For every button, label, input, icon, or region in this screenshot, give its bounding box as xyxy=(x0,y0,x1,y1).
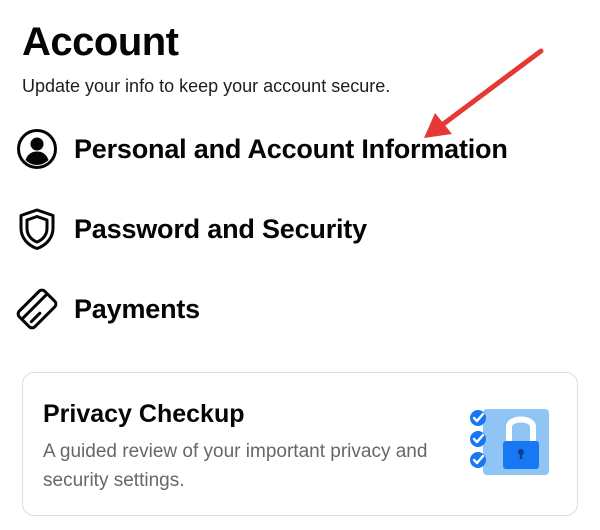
privacy-checkup-card[interactable]: Privacy Checkup A guided review of your … xyxy=(22,372,578,516)
person-circle-icon xyxy=(14,126,60,172)
shield-icon xyxy=(14,206,60,252)
card-description: A guided review of your important privac… xyxy=(43,441,428,491)
credit-card-icon xyxy=(14,286,60,332)
menu-item-personal-account-info[interactable]: Personal and Account Information xyxy=(14,124,508,174)
account-page: Account Update your info to keep your ac… xyxy=(0,0,600,530)
menu-item-label: Payments xyxy=(74,293,200,324)
card-title: Privacy Checkup xyxy=(43,400,245,428)
menu-item-payments[interactable]: Payments xyxy=(14,284,200,334)
menu-item-password-security[interactable]: Password and Security xyxy=(14,204,367,254)
page-title: Account xyxy=(22,20,179,64)
menu-item-label: Personal and Account Information xyxy=(74,133,508,164)
padlock-checklist-illustration xyxy=(467,403,553,483)
menu-item-label: Password and Security xyxy=(74,213,367,244)
page-subtitle: Update your info to keep your account se… xyxy=(22,76,391,96)
